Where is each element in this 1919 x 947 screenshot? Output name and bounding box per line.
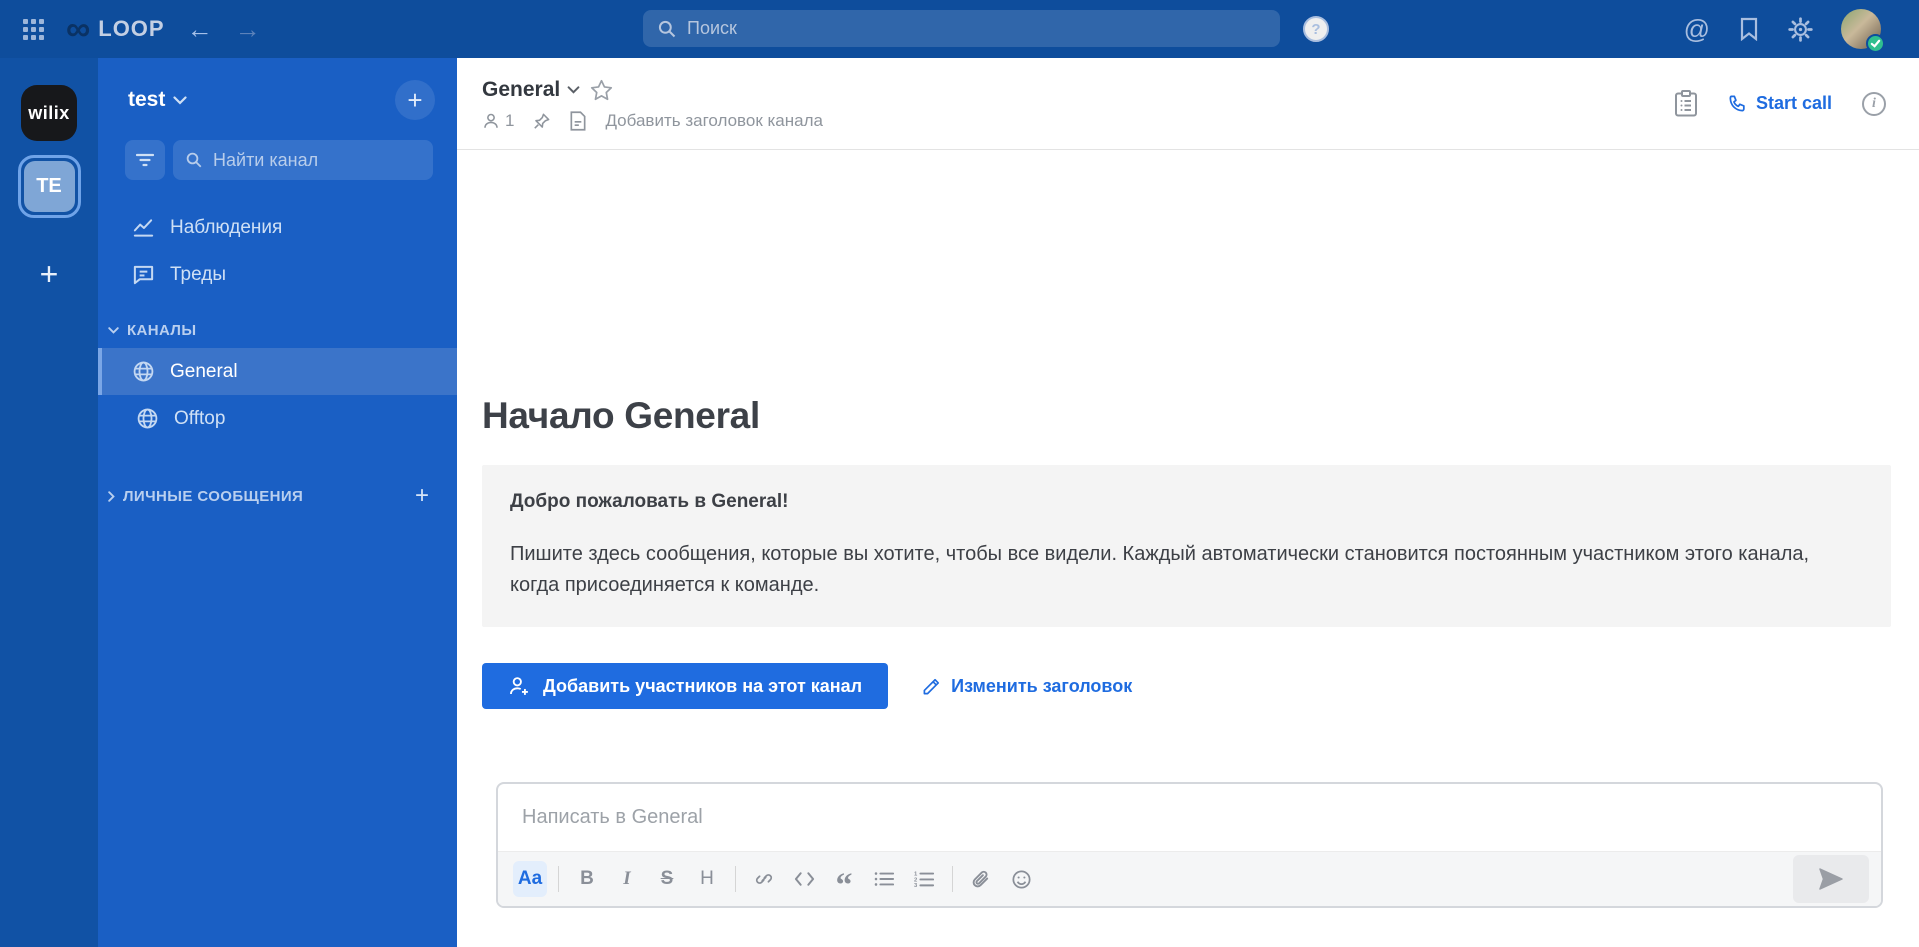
channel-label: Offtop bbox=[174, 407, 226, 429]
chevron-right-icon bbox=[108, 490, 115, 502]
team-sidebar: wilix TE + bbox=[0, 58, 98, 947]
channel-header-placeholder[interactable]: Добавить заголовок канала bbox=[605, 111, 823, 131]
link-icon[interactable] bbox=[747, 861, 781, 897]
start-call-button[interactable]: Start call bbox=[1728, 93, 1832, 114]
category-label: КАНАЛЫ bbox=[127, 321, 197, 339]
main-panel: General 1 Добавить заголовок канала Star… bbox=[457, 58, 1919, 947]
channel-menu-button[interactable]: General bbox=[482, 78, 580, 102]
pencil-icon bbox=[923, 678, 940, 694]
search-icon bbox=[185, 151, 203, 169]
member-count: 1 bbox=[505, 111, 515, 130]
toolbar-divider bbox=[735, 866, 736, 892]
pinned-posts-icon[interactable] bbox=[532, 112, 551, 131]
chevron-down-icon bbox=[567, 86, 580, 94]
tasks-clipboard-icon[interactable] bbox=[1674, 90, 1698, 117]
formatting-toolbar: Aa B I S H “ 1 2 3 bbox=[498, 851, 1881, 906]
add-members-label: Добавить участников на этот канал bbox=[543, 675, 863, 696]
toolbar-divider bbox=[952, 866, 953, 892]
numbered-list-icon[interactable]: 123 bbox=[907, 861, 941, 897]
help-icon[interactable]: ? bbox=[1303, 16, 1329, 42]
channel-members-button[interactable]: 1 bbox=[482, 111, 514, 131]
product-name: LOOP bbox=[98, 16, 165, 41]
message-composer: Aa B I S H “ bbox=[496, 782, 1883, 908]
team-item-wilix[interactable]: wilix bbox=[21, 85, 77, 141]
welcome-body: Пишите здесь сообщения, которые вы хотит… bbox=[510, 543, 1810, 596]
favorite-star-icon[interactable] bbox=[590, 79, 613, 101]
channel-item-general[interactable]: General bbox=[98, 348, 457, 395]
team-item-te-selected[interactable]: TE bbox=[17, 155, 81, 218]
message-input[interactable] bbox=[522, 806, 1857, 829]
top-bar: ∞ LOOP ← → ? @ bbox=[0, 0, 1919, 58]
sidebar-item-threads[interactable]: Треды bbox=[98, 251, 457, 298]
show-formatting-button[interactable]: Aa bbox=[513, 861, 547, 897]
channel-label: General bbox=[170, 360, 238, 382]
channel-intro-title: Начало General bbox=[482, 395, 760, 436]
channel-search[interactable] bbox=[173, 140, 433, 180]
settings-gear-icon[interactable] bbox=[1788, 16, 1813, 42]
channel-title: General bbox=[482, 78, 561, 101]
line-chart-icon bbox=[132, 216, 155, 239]
bulleted-list-icon[interactable] bbox=[867, 861, 901, 897]
start-call-label: Start call bbox=[1755, 93, 1832, 113]
user-avatar[interactable] bbox=[1841, 9, 1885, 53]
product-logo: ∞ LOOP bbox=[66, 12, 165, 46]
strikethrough-button[interactable]: S bbox=[650, 861, 684, 897]
heading-button[interactable]: H bbox=[690, 861, 724, 897]
channel-search-input[interactable] bbox=[213, 149, 421, 171]
chevron-down-icon bbox=[108, 326, 119, 334]
send-message-button[interactable] bbox=[1793, 855, 1869, 903]
channel-item-offtop[interactable]: Offtop bbox=[98, 395, 457, 442]
global-search[interactable] bbox=[643, 10, 1280, 47]
bold-button[interactable]: B bbox=[570, 861, 604, 897]
add-direct-message-button[interactable]: + bbox=[415, 482, 429, 510]
welcome-title: Добро пожаловать в General! bbox=[510, 491, 789, 512]
sidebar-item-label: Наблюдения bbox=[170, 216, 283, 238]
globe-icon bbox=[136, 407, 159, 430]
quote-icon[interactable]: “ bbox=[827, 861, 861, 903]
app-grid-icon[interactable] bbox=[23, 18, 44, 40]
sidebar-item-label: Треды bbox=[170, 263, 226, 285]
channel-sidebar: test + Наблюдения bbox=[98, 58, 457, 947]
code-icon[interactable] bbox=[787, 861, 821, 897]
send-icon bbox=[1819, 868, 1843, 890]
attachment-icon[interactable] bbox=[964, 861, 998, 897]
welcome-box: Добро пожаловать в General! Пишите здесь… bbox=[482, 465, 1891, 627]
saved-posts-icon[interactable] bbox=[1738, 17, 1760, 41]
person-plus-icon bbox=[510, 677, 528, 695]
history-forward-icon[interactable]: → bbox=[235, 16, 261, 42]
add-members-button[interactable]: Добавить участников на этот канал bbox=[482, 663, 889, 709]
category-label: ЛИЧНЫЕ СООБЩЕНИЯ bbox=[123, 487, 304, 505]
add-channel-button[interactable]: + bbox=[395, 80, 435, 120]
emoji-icon[interactable] bbox=[1004, 861, 1038, 897]
channel-content: Начало General Добро пожаловать в Genera… bbox=[457, 150, 1919, 947]
team-menu-button[interactable]: test bbox=[128, 88, 187, 112]
channel-info-icon[interactable]: i bbox=[1862, 91, 1886, 116]
team-te-label: TE bbox=[36, 175, 62, 197]
online-status-icon bbox=[1866, 34, 1885, 53]
category-channels[interactable]: КАНАЛЫ bbox=[98, 312, 457, 348]
mentions-icon[interactable]: @ bbox=[1684, 16, 1710, 42]
toolbar-divider bbox=[558, 866, 559, 892]
channel-header: General 1 Добавить заголовок канала Star… bbox=[457, 58, 1919, 150]
svg-text:3: 3 bbox=[914, 883, 918, 888]
history-back-icon[interactable]: ← bbox=[187, 16, 213, 42]
phone-icon bbox=[1729, 95, 1745, 112]
edit-header-button[interactable]: Изменить заголовок bbox=[922, 676, 1132, 697]
channel-filter-icon[interactable] bbox=[125, 140, 165, 180]
edit-header-label: Изменить заголовок bbox=[951, 675, 1133, 696]
sidebar-item-insights[interactable]: Наблюдения bbox=[98, 204, 457, 251]
loop-infinity-icon: ∞ bbox=[66, 10, 91, 48]
channel-files-icon[interactable] bbox=[569, 111, 587, 131]
italic-button[interactable]: I bbox=[610, 861, 644, 897]
chevron-down-icon bbox=[173, 95, 187, 105]
search-icon bbox=[657, 19, 677, 39]
team-name: test bbox=[128, 88, 166, 111]
search-input[interactable] bbox=[687, 18, 1266, 39]
member-icon bbox=[484, 113, 498, 128]
category-direct-messages[interactable]: ЛИЧНЫЕ СООБЩЕНИЯ + bbox=[98, 478, 457, 514]
message-square-icon bbox=[132, 263, 155, 286]
add-team-button[interactable]: + bbox=[40, 258, 59, 290]
globe-icon bbox=[132, 360, 155, 383]
team-wilix-label: wilix bbox=[28, 102, 70, 123]
